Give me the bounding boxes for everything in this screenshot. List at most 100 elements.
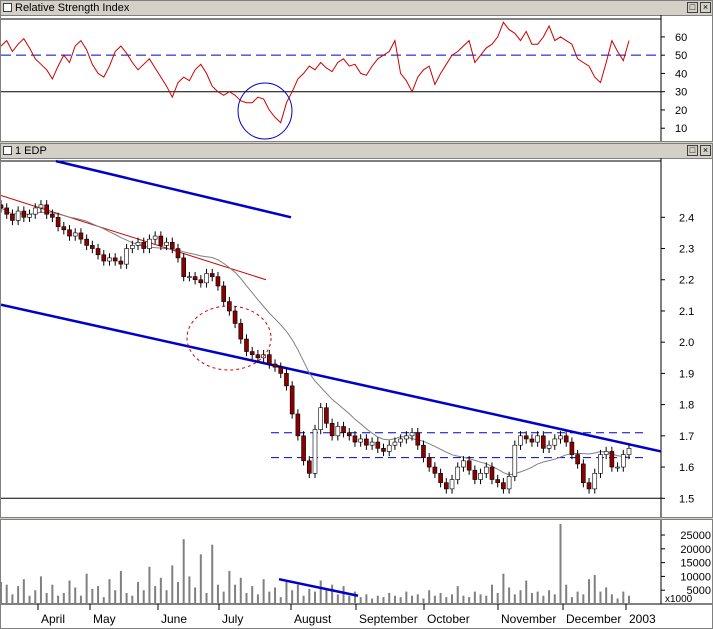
- volume-bar: [5, 584, 8, 604]
- volume-bar: [456, 586, 459, 604]
- volume-bar: [148, 566, 151, 604]
- volume-bar: [325, 590, 328, 604]
- y-tick-label: 1.5: [679, 493, 694, 505]
- volume-bar: [388, 592, 391, 604]
- candle-body: [421, 444, 426, 458]
- volume-bar: [11, 594, 14, 604]
- y-tick-label: 25000: [680, 530, 711, 542]
- candle-body: [295, 413, 301, 437]
- volume-bar: [154, 586, 157, 604]
- candle-body: [381, 448, 386, 452]
- volume-bar: [416, 594, 419, 604]
- candle-body: [518, 435, 523, 446]
- volume-bar: [256, 594, 259, 604]
- volume-bar: [536, 591, 539, 604]
- candle-body: [118, 260, 124, 265]
- volume-bar: [34, 590, 37, 604]
- candle-body: [107, 257, 112, 262]
- rsi-pane-titlebar[interactable]: Relative Strength Index □ ×: [1, 1, 712, 16]
- volume-bar: [182, 539, 185, 604]
- candle-body: [135, 241, 141, 246]
- candle-body: [38, 204, 44, 209]
- volume-bar: [570, 597, 573, 604]
- window-menu-icon[interactable]: [3, 146, 12, 155]
- price-pane: 1 EDP □ × 1.5 1.6 1.7 1.8 1.9 2.0 2.1 2.2 2.3 2.4: [0, 143, 713, 518]
- price-pane-title: 1 EDP: [15, 145, 47, 157]
- volume-bar: [62, 592, 65, 604]
- volume-bar: [393, 595, 396, 604]
- volume-bar: [199, 554, 202, 604]
- volume-bar: [68, 580, 71, 604]
- volume-bar: [530, 592, 533, 604]
- volume-bar: [468, 597, 471, 604]
- maximize-icon[interactable]: □: [687, 145, 698, 156]
- candle-body: [529, 438, 535, 443]
- candle-body: [61, 226, 67, 231]
- candle-body: [478, 472, 483, 480]
- y-tick-label: 30: [675, 87, 687, 99]
- candle-body: [21, 210, 27, 218]
- volume-bar: [39, 576, 42, 604]
- volume-bar: [102, 597, 105, 604]
- volume-bar: [188, 576, 191, 604]
- volume-bar: [616, 598, 619, 604]
- y-tick-label: 15000: [680, 558, 711, 570]
- volume-bar: [22, 579, 25, 604]
- candle-body: [444, 482, 449, 490]
- volume-bar: [57, 595, 60, 604]
- candle-body: [181, 257, 186, 277]
- candle-body: [398, 438, 403, 443]
- candle-body: [15, 210, 21, 221]
- volume-bar: [114, 590, 117, 604]
- candle-body: [67, 229, 72, 237]
- window-menu-icon[interactable]: [3, 3, 12, 12]
- candle-body: [318, 407, 324, 430]
- y-tick-label: 1.6: [679, 462, 694, 474]
- candle-body: [255, 354, 261, 359]
- volume-bar: [216, 584, 219, 604]
- volume-trendline: [278, 577, 359, 597]
- candle-body: [392, 441, 398, 446]
- candle-body: [512, 444, 518, 477]
- y-tick-label: 20: [675, 105, 687, 117]
- candle-body: [346, 432, 352, 437]
- volume-bar: [239, 577, 242, 604]
- candle-body: [152, 235, 158, 240]
- candle-body: [158, 235, 164, 246]
- candle-body: [84, 238, 89, 246]
- candle-body: [615, 466, 620, 469]
- volume-bar: [119, 570, 122, 604]
- candle-body: [438, 472, 443, 483]
- candle-body: [455, 466, 461, 480]
- candle-body: [620, 454, 626, 468]
- candle-body: [50, 213, 55, 218]
- candle-body: [432, 466, 438, 474]
- candle-body: [124, 248, 129, 265]
- volume-bar: [222, 591, 225, 604]
- y-tick-label: 1.7: [679, 431, 694, 443]
- candle-body: [95, 248, 101, 256]
- price-chart: 1.5 1.6 1.7 1.8 1.9 2.0 2.1 2.2 2.3 2.4: [1, 158, 694, 517]
- rsi-pane-title: Relative Strength Index: [15, 2, 130, 14]
- candle-body: [472, 469, 478, 480]
- candle-body: [375, 441, 381, 449]
- candle-body: [272, 363, 278, 368]
- x-tick-label: August: [294, 612, 332, 626]
- candle-body: [198, 279, 204, 284]
- maximize-icon[interactable]: □: [687, 2, 698, 13]
- candle-body: [598, 454, 603, 474]
- volume-bar: [376, 595, 379, 604]
- volume-bar: [125, 592, 128, 604]
- price-pane-titlebar[interactable]: 1 EDP □ ×: [1, 144, 712, 159]
- candle-body: [592, 472, 598, 490]
- volume-bar: [302, 595, 305, 604]
- volume-bar: [462, 595, 465, 604]
- x-tick-label: November: [501, 612, 556, 626]
- volume-bar: [439, 592, 442, 604]
- volume-bar: [268, 591, 271, 604]
- close-icon[interactable]: ×: [700, 2, 711, 13]
- volume-bar: [234, 584, 237, 604]
- volume-bar: [336, 594, 339, 604]
- close-icon[interactable]: ×: [700, 145, 711, 156]
- candle-body: [55, 217, 61, 227]
